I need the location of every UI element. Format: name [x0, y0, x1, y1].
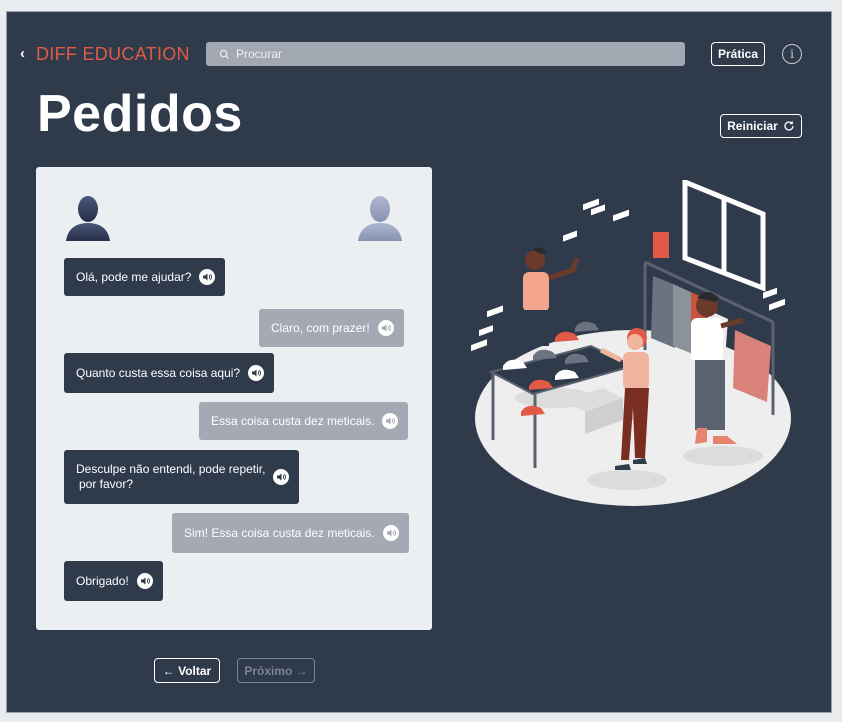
dialogue-panel: Olá, pode me ajudar? Claro, com prazer! …	[36, 167, 432, 630]
message-bubble: Desculpe não entendi, pode repetir, por …	[64, 450, 300, 504]
message-text: Desculpe não entendi, pode repetir, por …	[76, 462, 265, 492]
message-text: Olá, pode me ajudar?	[76, 269, 192, 284]
message-bubble: Olá, pode me ajudar?	[64, 258, 226, 296]
window	[682, 180, 766, 292]
practice-button[interactable]: Prática	[711, 42, 765, 66]
search-bar[interactable]	[206, 42, 685, 66]
page-title: Pedidos	[37, 85, 243, 143]
speaker-icon[interactable]	[273, 469, 290, 485]
shop-illustration	[471, 180, 791, 506]
speaker-icon[interactable]	[199, 269, 216, 285]
speaker-icon[interactable]	[377, 320, 394, 336]
message-bubble: Claro, com prazer!	[259, 309, 404, 347]
speaker-icon[interactable]	[382, 413, 399, 429]
info-icon[interactable]: i	[782, 44, 802, 64]
message-text: Sim! Essa coisa custa dez meticais.	[184, 525, 375, 540]
user-avatar-icon	[66, 196, 110, 241]
restart-label: Reiniciar	[727, 119, 778, 133]
seller-figure	[523, 247, 580, 346]
message-bubble: Essa coisa custa dez meticais.	[199, 402, 409, 440]
restart-button[interactable]: Reiniciar	[720, 114, 802, 138]
message-text: Quanto custa essa coisa aqui?	[76, 365, 241, 380]
back-button[interactable]: ← Voltar	[154, 658, 220, 683]
message-line: Desculpe não entendi, pode repetir,	[76, 462, 266, 476]
message-bubble: Sim! Essa coisa custa dez meticais.	[172, 513, 409, 553]
message-text: Obrigado!	[76, 573, 129, 588]
speaker-icon[interactable]	[136, 573, 153, 589]
message-text: Essa coisa custa dez meticais.	[211, 413, 375, 428]
speaker-icon[interactable]	[382, 525, 399, 541]
refresh-icon	[784, 121, 794, 131]
search-input[interactable]	[234, 46, 658, 62]
app-window: ‹ DIFF EDUCATION Prática i Pedidos Reini…	[6, 11, 832, 713]
next-button[interactable]: Próximo →	[237, 658, 315, 683]
user-avatar-icon	[358, 196, 402, 241]
message-text: Claro, com prazer!	[271, 320, 370, 335]
message-line: por favor?	[79, 477, 134, 491]
brand-title[interactable]: DIFF EDUCATION	[36, 44, 190, 65]
search-icon	[219, 49, 230, 59]
message-bubble: Obrigado!	[64, 561, 163, 601]
speaker-icon[interactable]	[248, 365, 265, 381]
back-chevron-icon[interactable]: ‹	[20, 45, 25, 62]
message-bubble: Quanto custa essa coisa aqui?	[64, 353, 275, 393]
